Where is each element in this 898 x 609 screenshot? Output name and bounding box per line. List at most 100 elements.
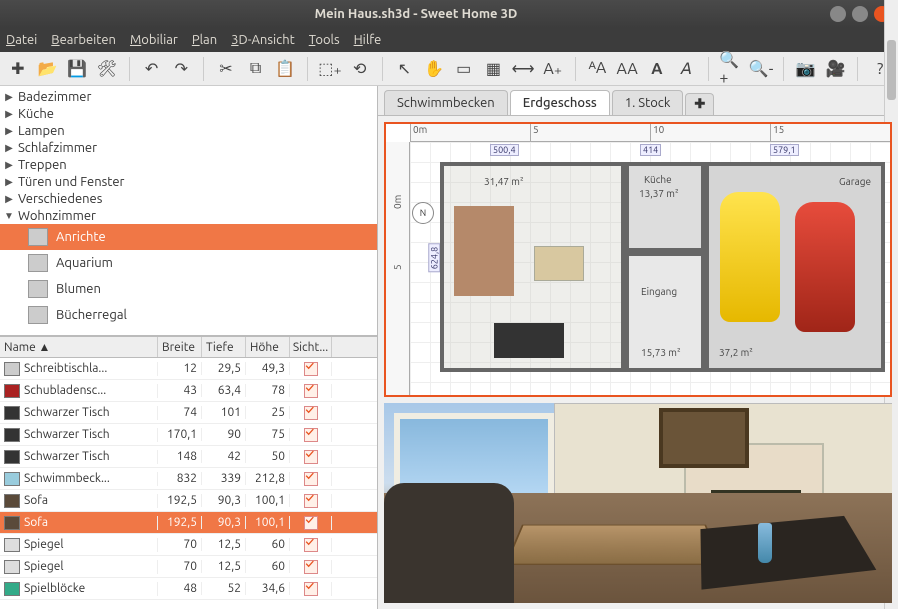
col-visible[interactable]: Sicht...	[290, 337, 332, 357]
tab-1stock[interactable]: 1. Stock	[612, 90, 684, 115]
sofa-icon[interactable]	[454, 206, 514, 296]
table-row[interactable]: Spiegel7012,560	[0, 534, 377, 556]
text-larger-button[interactable]: AA	[615, 57, 639, 81]
checkbox-icon[interactable]	[304, 560, 318, 574]
table-row[interactable]: Schwarzer Tisch170,19075	[0, 424, 377, 446]
furniture-table[interactable]: Schreibtischla...1229,549,3Schubladensc.…	[0, 358, 377, 609]
category-lampen[interactable]: ▶Lampen	[0, 122, 377, 139]
checkbox-icon[interactable]	[304, 582, 318, 596]
catalog-item-aquarium[interactable]: Aquarium	[0, 250, 377, 276]
dimension-tool-button[interactable]: ⟷	[511, 57, 535, 81]
italic-button[interactable]: 𝘈	[675, 57, 699, 81]
checkbox-icon[interactable]	[304, 450, 318, 464]
table-row[interactable]: Sofa192,590,3100,1	[0, 490, 377, 512]
checkbox-icon[interactable]	[304, 428, 318, 442]
text-tool-button[interactable]: A₊	[541, 57, 565, 81]
menu-furniture[interactable]: Mobiliar	[130, 33, 178, 47]
video-button[interactable]: 🎥	[824, 57, 848, 81]
cell-visible[interactable]	[290, 428, 332, 442]
category-wohnzimmer[interactable]: ▼Wohnzimmer	[0, 207, 377, 224]
catalog-item-blumen[interactable]: Blumen	[0, 276, 377, 302]
menu-edit[interactable]: Bearbeiten	[51, 33, 116, 47]
room-eingang[interactable]: Eingang 15,73 m²	[625, 252, 705, 372]
zoom-out-button[interactable]: 🔍-	[749, 57, 773, 81]
category-kche[interactable]: ▶Küche	[0, 105, 377, 122]
category-trenundfenster[interactable]: ▶Türen und Fenster	[0, 173, 377, 190]
checkbox-icon[interactable]	[304, 472, 318, 486]
table-row[interactable]: Schreibtischla...1229,549,3	[0, 358, 377, 380]
checkbox-icon[interactable]	[304, 384, 318, 398]
cell-visible[interactable]	[290, 516, 332, 530]
pan-tool-button[interactable]: ✋	[422, 57, 446, 81]
category-schlafzimmer[interactable]: ▶Schlafzimmer	[0, 139, 377, 156]
tab-schwimmbecken[interactable]: Schwimmbecken	[384, 90, 508, 115]
room-kueche[interactable]: Küche 13,37 m²	[625, 162, 705, 252]
paste-button[interactable]: 📋	[273, 57, 297, 81]
prefs-button[interactable]: 🛠	[95, 57, 119, 81]
col-name[interactable]: Name ▲	[0, 337, 158, 357]
menu-3d[interactable]: 3D-Ansicht	[231, 33, 295, 47]
maximize-icon[interactable]	[852, 6, 868, 22]
copy-button[interactable]: ⧉	[244, 57, 268, 81]
car-red-icon[interactable]	[795, 202, 855, 332]
room-wohnzimmer[interactable]: 31,47 m² Wohnzimmer	[440, 162, 625, 372]
wall-tool-button[interactable]: ▭	[452, 57, 476, 81]
plan-view[interactable]: 0m51015 0m5 N 500,4 414 579,1 624,8 624,…	[384, 122, 892, 397]
cell-visible[interactable]	[290, 538, 332, 552]
table-icon[interactable]	[494, 323, 564, 358]
3d-view[interactable]	[384, 403, 892, 603]
menu-plan[interactable]: Plan	[192, 33, 217, 47]
cell-visible[interactable]	[290, 450, 332, 464]
add-tab-button[interactable]: ✚	[685, 93, 714, 115]
table-row[interactable]: Spiegel7012,560	[0, 556, 377, 578]
checkbox-icon[interactable]	[304, 538, 318, 552]
add-furniture-button[interactable]: ⬚₊	[318, 57, 342, 81]
redo-button[interactable]: ↷	[169, 57, 193, 81]
bold-button[interactable]: A	[645, 57, 669, 81]
new-button[interactable]: ✚	[6, 57, 30, 81]
menu-file[interactable]: Datei	[6, 33, 37, 47]
table-row[interactable]: Schwimmbeck...832339212,8	[0, 468, 377, 490]
checkbox-icon[interactable]	[304, 362, 318, 376]
cell-visible[interactable]	[290, 494, 332, 508]
zoom-in-button[interactable]: 🔍+	[719, 57, 743, 81]
table-row[interactable]: Schubladensc...4363,478	[0, 380, 377, 402]
col-depth[interactable]: Tiefe	[202, 337, 246, 357]
table-row[interactable]: Spielblöcke485234,6	[0, 578, 377, 600]
menu-tools[interactable]: Tools	[309, 33, 340, 47]
checkbox-icon[interactable]	[304, 406, 318, 420]
category-badezimmer[interactable]: ▶Badezimmer	[0, 88, 377, 105]
car-yellow-icon[interactable]	[720, 192, 780, 322]
menu-help[interactable]: Hilfe	[354, 33, 382, 47]
table-row[interactable]: Schwarzer Tisch7410125	[0, 402, 377, 424]
catalog-item-anrichte[interactable]: Anrichte	[0, 224, 377, 250]
catalog-item-bcherregal[interactable]: Bücherregal	[0, 302, 377, 328]
cell-visible[interactable]	[290, 582, 332, 596]
col-width[interactable]: Breite	[158, 337, 202, 357]
floor-plan[interactable]: N 500,4 414 579,1 624,8 624,8 31,47 m² W…	[410, 142, 890, 395]
category-verschiedenes[interactable]: ▶Verschiedenes	[0, 190, 377, 207]
cell-visible[interactable]	[290, 384, 332, 398]
table-row[interactable]: Sofa192,590,3100,1	[0, 512, 377, 534]
col-height[interactable]: Höhe	[246, 337, 290, 357]
cut-button[interactable]: ✂	[214, 57, 238, 81]
cell-visible[interactable]	[290, 560, 332, 574]
rotate-furniture-button[interactable]: ⟲	[348, 57, 372, 81]
cell-visible[interactable]	[290, 362, 332, 376]
checkbox-icon[interactable]	[304, 494, 318, 508]
cell-visible[interactable]	[290, 406, 332, 420]
checkbox-icon[interactable]	[304, 516, 318, 530]
rug-icon[interactable]	[534, 246, 584, 281]
cell-visible[interactable]	[290, 472, 332, 486]
tab-erdgeschoss[interactable]: Erdgeschoss	[510, 90, 610, 115]
table-row[interactable]: Schwarzer Tisch1484250	[0, 446, 377, 468]
save-button[interactable]: 💾	[65, 57, 89, 81]
room-tool-button[interactable]: ▦	[482, 57, 506, 81]
category-treppen[interactable]: ▶Treppen	[0, 156, 377, 173]
photo-button[interactable]: 📷	[794, 57, 818, 81]
text-smaller-button[interactable]: ᴬA	[586, 57, 610, 81]
select-tool-button[interactable]: ↖	[393, 57, 417, 81]
furniture-catalog[interactable]: ▶Badezimmer▶Küche▶Lampen▶Schlafzimmer▶Tr…	[0, 86, 377, 336]
undo-button[interactable]: ↶	[140, 57, 164, 81]
minimize-icon[interactable]	[830, 6, 846, 22]
